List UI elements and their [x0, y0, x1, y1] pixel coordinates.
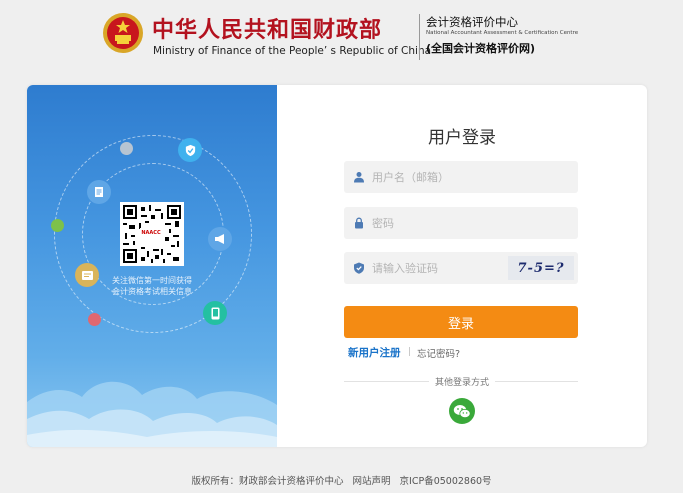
captcha-input[interactable]	[372, 252, 502, 284]
password-input[interactable]	[372, 207, 562, 239]
orbit-dot-green	[51, 219, 64, 232]
ministry-title-cn: 中华人民共和国财政部	[152, 18, 383, 43]
login-card: NAACC 关注微信第一时间获得 会计资格考试相关信息 用户登录 7-5=? 登…	[27, 85, 647, 447]
phone-icon	[203, 301, 227, 325]
username-field[interactable]	[344, 161, 578, 193]
captcha-field[interactable]: 7-5=?	[344, 252, 578, 284]
center-site-name: (全国会计资格评价网)	[426, 42, 536, 55]
orbit-dot-red	[88, 313, 101, 326]
captcha-image[interactable]: 7-5=?	[508, 256, 574, 280]
header-divider	[419, 14, 420, 60]
orbit-dot-grey	[120, 142, 133, 155]
ministry-title-en: Ministry of Finance of the People’ s Rep…	[153, 45, 432, 57]
clouds-decoration	[27, 381, 277, 447]
document-icon	[87, 180, 111, 204]
national-emblem-icon	[103, 13, 143, 53]
link-separator: |	[408, 347, 412, 357]
login-button[interactable]: 登录	[344, 306, 578, 338]
site-header: 中华人民共和国财政部 Ministry of Finance of the Pe…	[0, 0, 683, 70]
other-methods-label: 其他登录方式	[277, 375, 647, 388]
lock-icon	[355, 217, 363, 229]
copyright-text: 版权所有：财政部会计资格评价中心	[191, 476, 344, 487]
wechat-login-button[interactable]	[449, 398, 475, 424]
wechat-icon	[453, 404, 471, 418]
center-name-cn: 会计资格评价中心	[426, 15, 518, 29]
login-title: 用户登录	[428, 128, 496, 148]
qr-caption-line1: 关注微信第一时间获得	[112, 276, 192, 285]
qr-caption-line2: 会计资格考试相关信息	[112, 287, 192, 296]
megaphone-icon	[208, 227, 232, 251]
shield-check-icon	[178, 138, 202, 162]
login-form: 用户登录 7-5=? 登录 新用户注册 | 忘记密码? 其他登录方式	[277, 85, 647, 447]
register-link[interactable]: 新用户注册	[348, 345, 401, 360]
wechat-qr-code: NAACC	[120, 202, 184, 266]
shield-icon	[354, 262, 364, 274]
book-icon	[75, 263, 99, 287]
forgot-password-link[interactable]: 忘记密码?	[417, 346, 460, 360]
other-methods-text: 其他登录方式	[428, 378, 495, 388]
password-field[interactable]	[344, 207, 578, 239]
site-statement-link[interactable]: 网站声明	[352, 476, 390, 487]
center-name-en: National Accountant Assessment & Certifi…	[426, 30, 579, 36]
site-footer: 版权所有：财政部会计资格评价中心 网站声明 京ICP备05002860号	[0, 473, 683, 487]
promo-panel: NAACC 关注微信第一时间获得 会计资格考试相关信息	[27, 85, 277, 447]
qr-caption: 关注微信第一时间获得 会计资格考试相关信息	[97, 275, 207, 297]
username-input[interactable]	[372, 161, 562, 193]
icp-number[interactable]: 京ICP备05002860号	[400, 476, 492, 487]
qr-logo-badge: NAACC	[140, 228, 162, 238]
user-icon	[354, 172, 364, 183]
